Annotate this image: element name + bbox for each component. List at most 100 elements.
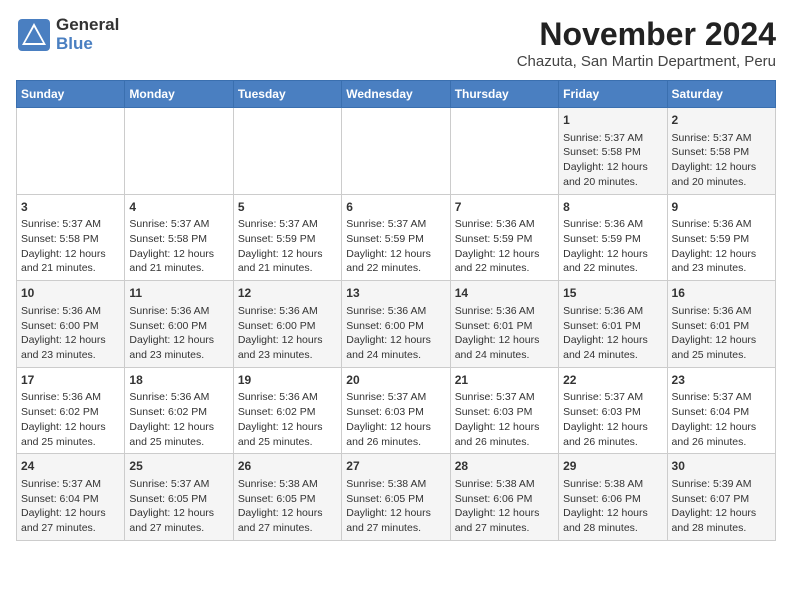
day-number: 16 bbox=[672, 285, 771, 302]
day-info: Daylight: 12 hours and 25 minutes. bbox=[129, 420, 228, 449]
logo-text-general: General bbox=[56, 16, 119, 35]
day-number: 18 bbox=[129, 372, 228, 389]
day-number: 24 bbox=[21, 458, 120, 475]
page-title: November 2024 bbox=[517, 16, 776, 53]
weekday-header-saturday: Saturday bbox=[667, 81, 775, 108]
day-info: Sunset: 6:05 PM bbox=[238, 492, 337, 507]
calendar-cell: 21Sunrise: 5:37 AMSunset: 6:03 PMDayligh… bbox=[450, 367, 558, 454]
day-info: Sunset: 5:59 PM bbox=[672, 232, 771, 247]
day-info: Sunset: 6:01 PM bbox=[563, 319, 662, 334]
calendar-cell: 27Sunrise: 5:38 AMSunset: 6:05 PMDayligh… bbox=[342, 454, 450, 541]
day-info: Sunrise: 5:37 AM bbox=[563, 390, 662, 405]
day-number: 7 bbox=[455, 199, 554, 216]
day-info: Daylight: 12 hours and 27 minutes. bbox=[346, 506, 445, 535]
day-info: Sunset: 6:02 PM bbox=[21, 405, 120, 420]
day-info: Sunrise: 5:36 AM bbox=[129, 390, 228, 405]
day-info: Daylight: 12 hours and 28 minutes. bbox=[563, 506, 662, 535]
calendar-cell: 19Sunrise: 5:36 AMSunset: 6:02 PMDayligh… bbox=[233, 367, 341, 454]
day-info: Sunset: 5:59 PM bbox=[563, 232, 662, 247]
day-number: 26 bbox=[238, 458, 337, 475]
day-info: Daylight: 12 hours and 26 minutes. bbox=[563, 420, 662, 449]
day-info: Sunset: 6:06 PM bbox=[563, 492, 662, 507]
day-number: 22 bbox=[563, 372, 662, 389]
calendar-cell: 1Sunrise: 5:37 AMSunset: 5:58 PMDaylight… bbox=[559, 108, 667, 195]
logo: General Blue bbox=[16, 16, 119, 53]
day-info: Sunrise: 5:38 AM bbox=[563, 477, 662, 492]
day-info: Daylight: 12 hours and 24 minutes. bbox=[346, 333, 445, 362]
day-info: Sunrise: 5:38 AM bbox=[238, 477, 337, 492]
calendar-cell: 20Sunrise: 5:37 AMSunset: 6:03 PMDayligh… bbox=[342, 367, 450, 454]
day-info: Sunrise: 5:37 AM bbox=[129, 217, 228, 232]
weekday-header-tuesday: Tuesday bbox=[233, 81, 341, 108]
day-info: Daylight: 12 hours and 27 minutes. bbox=[455, 506, 554, 535]
day-info: Sunrise: 5:39 AM bbox=[672, 477, 771, 492]
day-info: Daylight: 12 hours and 25 minutes. bbox=[238, 420, 337, 449]
day-number: 19 bbox=[238, 372, 337, 389]
day-info: Sunset: 6:00 PM bbox=[129, 319, 228, 334]
page-subtitle: Chazuta, San Martin Department, Peru bbox=[517, 53, 776, 70]
calendar-cell: 24Sunrise: 5:37 AMSunset: 6:04 PMDayligh… bbox=[17, 454, 125, 541]
day-info: Daylight: 12 hours and 23 minutes. bbox=[672, 247, 771, 276]
day-info: Sunset: 6:02 PM bbox=[238, 405, 337, 420]
calendar-cell: 2Sunrise: 5:37 AMSunset: 5:58 PMDaylight… bbox=[667, 108, 775, 195]
day-number: 11 bbox=[129, 285, 228, 302]
calendar-cell: 4Sunrise: 5:37 AMSunset: 5:58 PMDaylight… bbox=[125, 194, 233, 281]
day-info: Sunset: 6:05 PM bbox=[129, 492, 228, 507]
day-info: Sunset: 6:04 PM bbox=[21, 492, 120, 507]
day-info: Daylight: 12 hours and 22 minutes. bbox=[346, 247, 445, 276]
day-number: 17 bbox=[21, 372, 120, 389]
calendar-cell: 6Sunrise: 5:37 AMSunset: 5:59 PMDaylight… bbox=[342, 194, 450, 281]
day-number: 6 bbox=[346, 199, 445, 216]
day-info: Sunset: 5:58 PM bbox=[563, 145, 662, 160]
day-info: Daylight: 12 hours and 28 minutes. bbox=[672, 506, 771, 535]
day-info: Daylight: 12 hours and 23 minutes. bbox=[129, 333, 228, 362]
calendar-cell: 25Sunrise: 5:37 AMSunset: 6:05 PMDayligh… bbox=[125, 454, 233, 541]
day-info: Sunset: 5:58 PM bbox=[672, 145, 771, 160]
day-info: Sunrise: 5:38 AM bbox=[346, 477, 445, 492]
page-header: General Blue November 2024 Chazuta, San … bbox=[16, 16, 776, 70]
day-info: Sunrise: 5:37 AM bbox=[455, 390, 554, 405]
day-info: Sunset: 5:58 PM bbox=[21, 232, 120, 247]
day-info: Daylight: 12 hours and 20 minutes. bbox=[563, 160, 662, 189]
day-number: 5 bbox=[238, 199, 337, 216]
day-info: Sunrise: 5:38 AM bbox=[455, 477, 554, 492]
calendar-cell: 3Sunrise: 5:37 AMSunset: 5:58 PMDaylight… bbox=[17, 194, 125, 281]
calendar-cell: 5Sunrise: 5:37 AMSunset: 5:59 PMDaylight… bbox=[233, 194, 341, 281]
calendar-cell: 22Sunrise: 5:37 AMSunset: 6:03 PMDayligh… bbox=[559, 367, 667, 454]
day-info: Sunrise: 5:36 AM bbox=[563, 304, 662, 319]
day-info: Daylight: 12 hours and 27 minutes. bbox=[21, 506, 120, 535]
day-info: Sunrise: 5:36 AM bbox=[672, 304, 771, 319]
day-number: 15 bbox=[563, 285, 662, 302]
weekday-header-row: SundayMondayTuesdayWednesdayThursdayFrid… bbox=[17, 81, 776, 108]
day-info: Sunrise: 5:37 AM bbox=[346, 390, 445, 405]
calendar-cell: 15Sunrise: 5:36 AMSunset: 6:01 PMDayligh… bbox=[559, 281, 667, 368]
day-info: Daylight: 12 hours and 26 minutes. bbox=[672, 420, 771, 449]
weekday-header-thursday: Thursday bbox=[450, 81, 558, 108]
day-info: Sunrise: 5:37 AM bbox=[21, 217, 120, 232]
calendar-cell: 16Sunrise: 5:36 AMSunset: 6:01 PMDayligh… bbox=[667, 281, 775, 368]
day-info: Sunrise: 5:36 AM bbox=[238, 390, 337, 405]
day-info: Daylight: 12 hours and 27 minutes. bbox=[238, 506, 337, 535]
calendar-cell: 13Sunrise: 5:36 AMSunset: 6:00 PMDayligh… bbox=[342, 281, 450, 368]
day-info: Daylight: 12 hours and 27 minutes. bbox=[129, 506, 228, 535]
day-info: Sunrise: 5:37 AM bbox=[346, 217, 445, 232]
calendar-week-1: 1Sunrise: 5:37 AMSunset: 5:58 PMDaylight… bbox=[17, 108, 776, 195]
day-info: Sunset: 5:59 PM bbox=[238, 232, 337, 247]
calendar-cell: 12Sunrise: 5:36 AMSunset: 6:00 PMDayligh… bbox=[233, 281, 341, 368]
calendar-cell bbox=[450, 108, 558, 195]
calendar-week-4: 17Sunrise: 5:36 AMSunset: 6:02 PMDayligh… bbox=[17, 367, 776, 454]
calendar-table: SundayMondayTuesdayWednesdayThursdayFrid… bbox=[16, 80, 776, 541]
weekday-header-wednesday: Wednesday bbox=[342, 81, 450, 108]
day-number: 20 bbox=[346, 372, 445, 389]
day-number: 28 bbox=[455, 458, 554, 475]
calendar-cell bbox=[233, 108, 341, 195]
day-info: Sunset: 5:59 PM bbox=[346, 232, 445, 247]
day-info: Daylight: 12 hours and 21 minutes. bbox=[21, 247, 120, 276]
calendar-cell: 30Sunrise: 5:39 AMSunset: 6:07 PMDayligh… bbox=[667, 454, 775, 541]
title-block: November 2024 Chazuta, San Martin Depart… bbox=[517, 16, 776, 70]
weekday-header-friday: Friday bbox=[559, 81, 667, 108]
day-info: Sunrise: 5:37 AM bbox=[563, 131, 662, 146]
day-info: Daylight: 12 hours and 26 minutes. bbox=[346, 420, 445, 449]
day-info: Sunset: 6:01 PM bbox=[455, 319, 554, 334]
day-info: Daylight: 12 hours and 21 minutes. bbox=[238, 247, 337, 276]
